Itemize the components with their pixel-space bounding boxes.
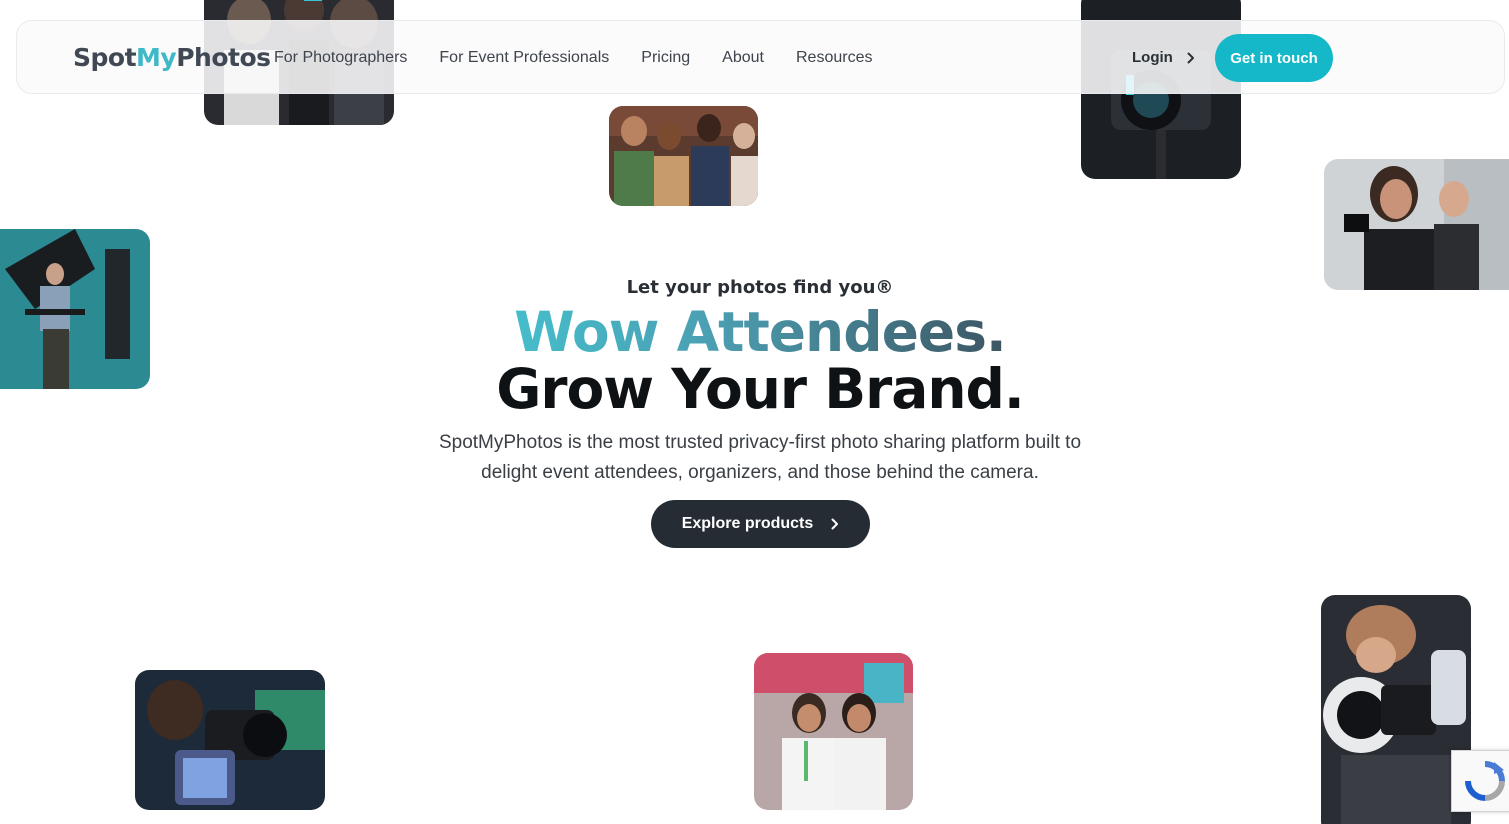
- login-link[interactable]: Login: [1132, 49, 1195, 66]
- photo-camera-closeup: [135, 670, 325, 810]
- chevron-right-icon: [831, 518, 839, 530]
- site-logo[interactable]: SpotMyPhotos: [73, 43, 271, 72]
- hero-headline: Wow Attendees. Grow Your Brand.: [0, 304, 1509, 418]
- nav-pricing[interactable]: Pricing: [641, 49, 690, 67]
- login-label: Login: [1132, 49, 1173, 66]
- headline-line-2: Grow Your Brand.: [496, 357, 1025, 421]
- nav-resources[interactable]: Resources: [796, 49, 872, 67]
- recaptcha-badge[interactable]: [1451, 750, 1509, 812]
- page: SpotMyPhotos For Photographers For Event…: [0, 0, 1509, 824]
- photo-photographer-smiling: [1324, 159, 1509, 290]
- photo-attendees-phones: [609, 106, 758, 206]
- hero-subtext: SpotMyPhotos is the most trusted privacy…: [438, 432, 1082, 483]
- site-header: SpotMyPhotos For Photographers For Event…: [16, 20, 1505, 94]
- get-in-touch-button[interactable]: Get in touch: [1215, 34, 1333, 82]
- headline-line-1: Wow Attendees.: [514, 300, 1007, 364]
- chevron-right-icon: [1187, 52, 1194, 63]
- nav-for-event-professionals[interactable]: For Event Professionals: [439, 49, 609, 67]
- photo-photographer-dual-camera: [1321, 595, 1471, 824]
- recaptcha-icon: [1465, 761, 1505, 801]
- photo-two-women-expo: [754, 653, 913, 810]
- nav-about[interactable]: About: [722, 49, 764, 67]
- nav-for-photographers[interactable]: For Photographers: [274, 49, 407, 67]
- hero-eyebrow: Let your photos find you®: [626, 277, 894, 298]
- main-nav: For Photographers For Event Professional…: [274, 49, 872, 67]
- explore-products-label: Explore products: [681, 515, 814, 532]
- explore-products-button[interactable]: Explore products: [651, 500, 870, 548]
